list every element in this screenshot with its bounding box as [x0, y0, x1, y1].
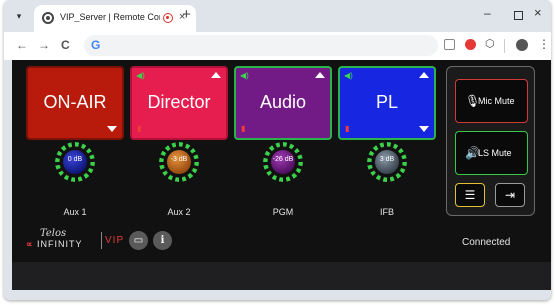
speaker-icon: ◀)	[240, 71, 249, 80]
knob-label: Aux 2	[167, 207, 191, 217]
mic-icon: ▮	[241, 124, 246, 133]
brand-script: Telos	[40, 228, 67, 239]
tab-search-icon[interactable]: ▾	[12, 9, 26, 23]
info-button[interactable]: i	[153, 231, 172, 250]
knob-value: 3 dB	[379, 156, 395, 163]
dropdown-arrow-icon[interactable]	[419, 126, 429, 132]
google-icon: G	[91, 38, 101, 52]
expand-arrow-icon[interactable]	[419, 72, 429, 78]
mic-mute-button[interactable]: 🎙 Mic Mute	[455, 79, 528, 123]
toolbar-divider	[504, 39, 505, 53]
puzzle-icon[interactable]: ⬡	[485, 37, 496, 50]
sliders-icon: ☰	[464, 188, 476, 202]
settings-button[interactable]: ☰	[455, 183, 485, 207]
aux1-volume-knob[interactable]: 0 dB	[55, 142, 95, 182]
info-icon: i	[160, 235, 165, 246]
brand-name-text: INFINITY	[36, 239, 83, 249]
knob-label: PGM	[272, 207, 294, 217]
aux2-volume-knob[interactable]: -3 dB	[159, 142, 199, 182]
maximize-button[interactable]	[514, 11, 523, 20]
brand-name: ∝ INFINITY	[26, 239, 82, 250]
mic-mute-label: Mic Mute	[478, 96, 515, 106]
expand-arrow-icon[interactable]	[315, 72, 325, 78]
recording-icon	[163, 13, 173, 23]
channel-director-button[interactable]: ◀) Director ▮	[130, 66, 228, 140]
tab-bar: ▾ VIP_Server | Remote Contro × + – ×	[4, 0, 551, 32]
mic-icon: ▮	[137, 124, 142, 133]
knob-value: -26 dB	[272, 156, 294, 163]
product-label: VIP	[105, 235, 125, 246]
extension-icon[interactable]	[465, 39, 476, 50]
expand-arrow-icon[interactable]	[211, 72, 221, 78]
channel-audio-button[interactable]: ◀) Audio ▮	[234, 66, 332, 140]
ifb-volume-knob[interactable]: 3 dB	[367, 142, 407, 182]
speaker-icon: ◀)	[136, 71, 145, 80]
ls-mute-button[interactable]: 🔊 LS Mute	[455, 131, 528, 175]
ls-mute-label: LS Mute	[478, 148, 512, 158]
knob-value: 0 dB	[67, 156, 83, 163]
speaker-icon: ◀)	[344, 71, 353, 80]
knob-label: Aux 1	[63, 207, 87, 217]
infinity-symbol-icon: ∝	[26, 239, 34, 249]
screenshot-extension-icon[interactable]	[444, 39, 455, 50]
forward-button[interactable]: →	[38, 38, 50, 52]
channel-label: ON-AIR	[43, 92, 107, 112]
back-button[interactable]: ←	[16, 38, 28, 52]
app-bottom-bar	[12, 262, 551, 290]
profile-avatar[interactable]	[516, 39, 528, 51]
knob-label: IFB	[379, 207, 394, 217]
tab-title: VIP_Server | Remote Contro	[60, 12, 160, 22]
channel-pl-button[interactable]: ◀) PL ▮	[338, 66, 436, 140]
vip-app: ON-AIR ◀) Director ▮ ◀) Audio ▮ ◀) PL ▮ …	[12, 60, 551, 290]
dropdown-arrow-icon[interactable]	[107, 126, 117, 132]
monitor-icon: ▭	[133, 235, 144, 246]
close-window-button[interactable]: ×	[534, 5, 542, 20]
connection-status: Connected	[462, 237, 511, 248]
side-control-panel: 🎙 Mic Mute 🔊 LS Mute ☰ ⇥	[446, 66, 535, 216]
brand-divider	[101, 232, 102, 249]
telos-infinity-logo: Telos ∝ INFINITY	[26, 228, 98, 252]
browser-tab[interactable]: VIP_Server | Remote Contro ×	[34, 5, 196, 32]
logout-icon: ⇥	[504, 188, 516, 202]
mic-icon: ▮	[345, 124, 350, 133]
minimize-button[interactable]: –	[484, 6, 491, 20]
channel-onair-button[interactable]: ON-AIR	[26, 66, 124, 140]
knob-value: -3 dB	[170, 156, 188, 163]
channel-label: PL	[375, 92, 399, 112]
new-tab-button[interactable]: +	[182, 7, 191, 22]
favicon-icon	[42, 12, 54, 24]
logout-button[interactable]: ⇥	[495, 183, 525, 207]
pgm-volume-knob[interactable]: -26 dB	[263, 142, 303, 182]
reload-button[interactable]: C	[61, 38, 70, 52]
channel-label: Director	[147, 92, 211, 112]
monitor-button[interactable]: ▭	[129, 231, 148, 250]
browser-toolbar: ← → C G ⬡ ⋮	[4, 32, 551, 60]
address-bar[interactable]: G	[84, 35, 438, 56]
channel-label: Audio	[259, 92, 307, 112]
browser-window: ▾ VIP_Server | Remote Contro × + – × ← →…	[4, 0, 551, 300]
browser-menu-icon[interactable]: ⋮	[538, 37, 550, 51]
